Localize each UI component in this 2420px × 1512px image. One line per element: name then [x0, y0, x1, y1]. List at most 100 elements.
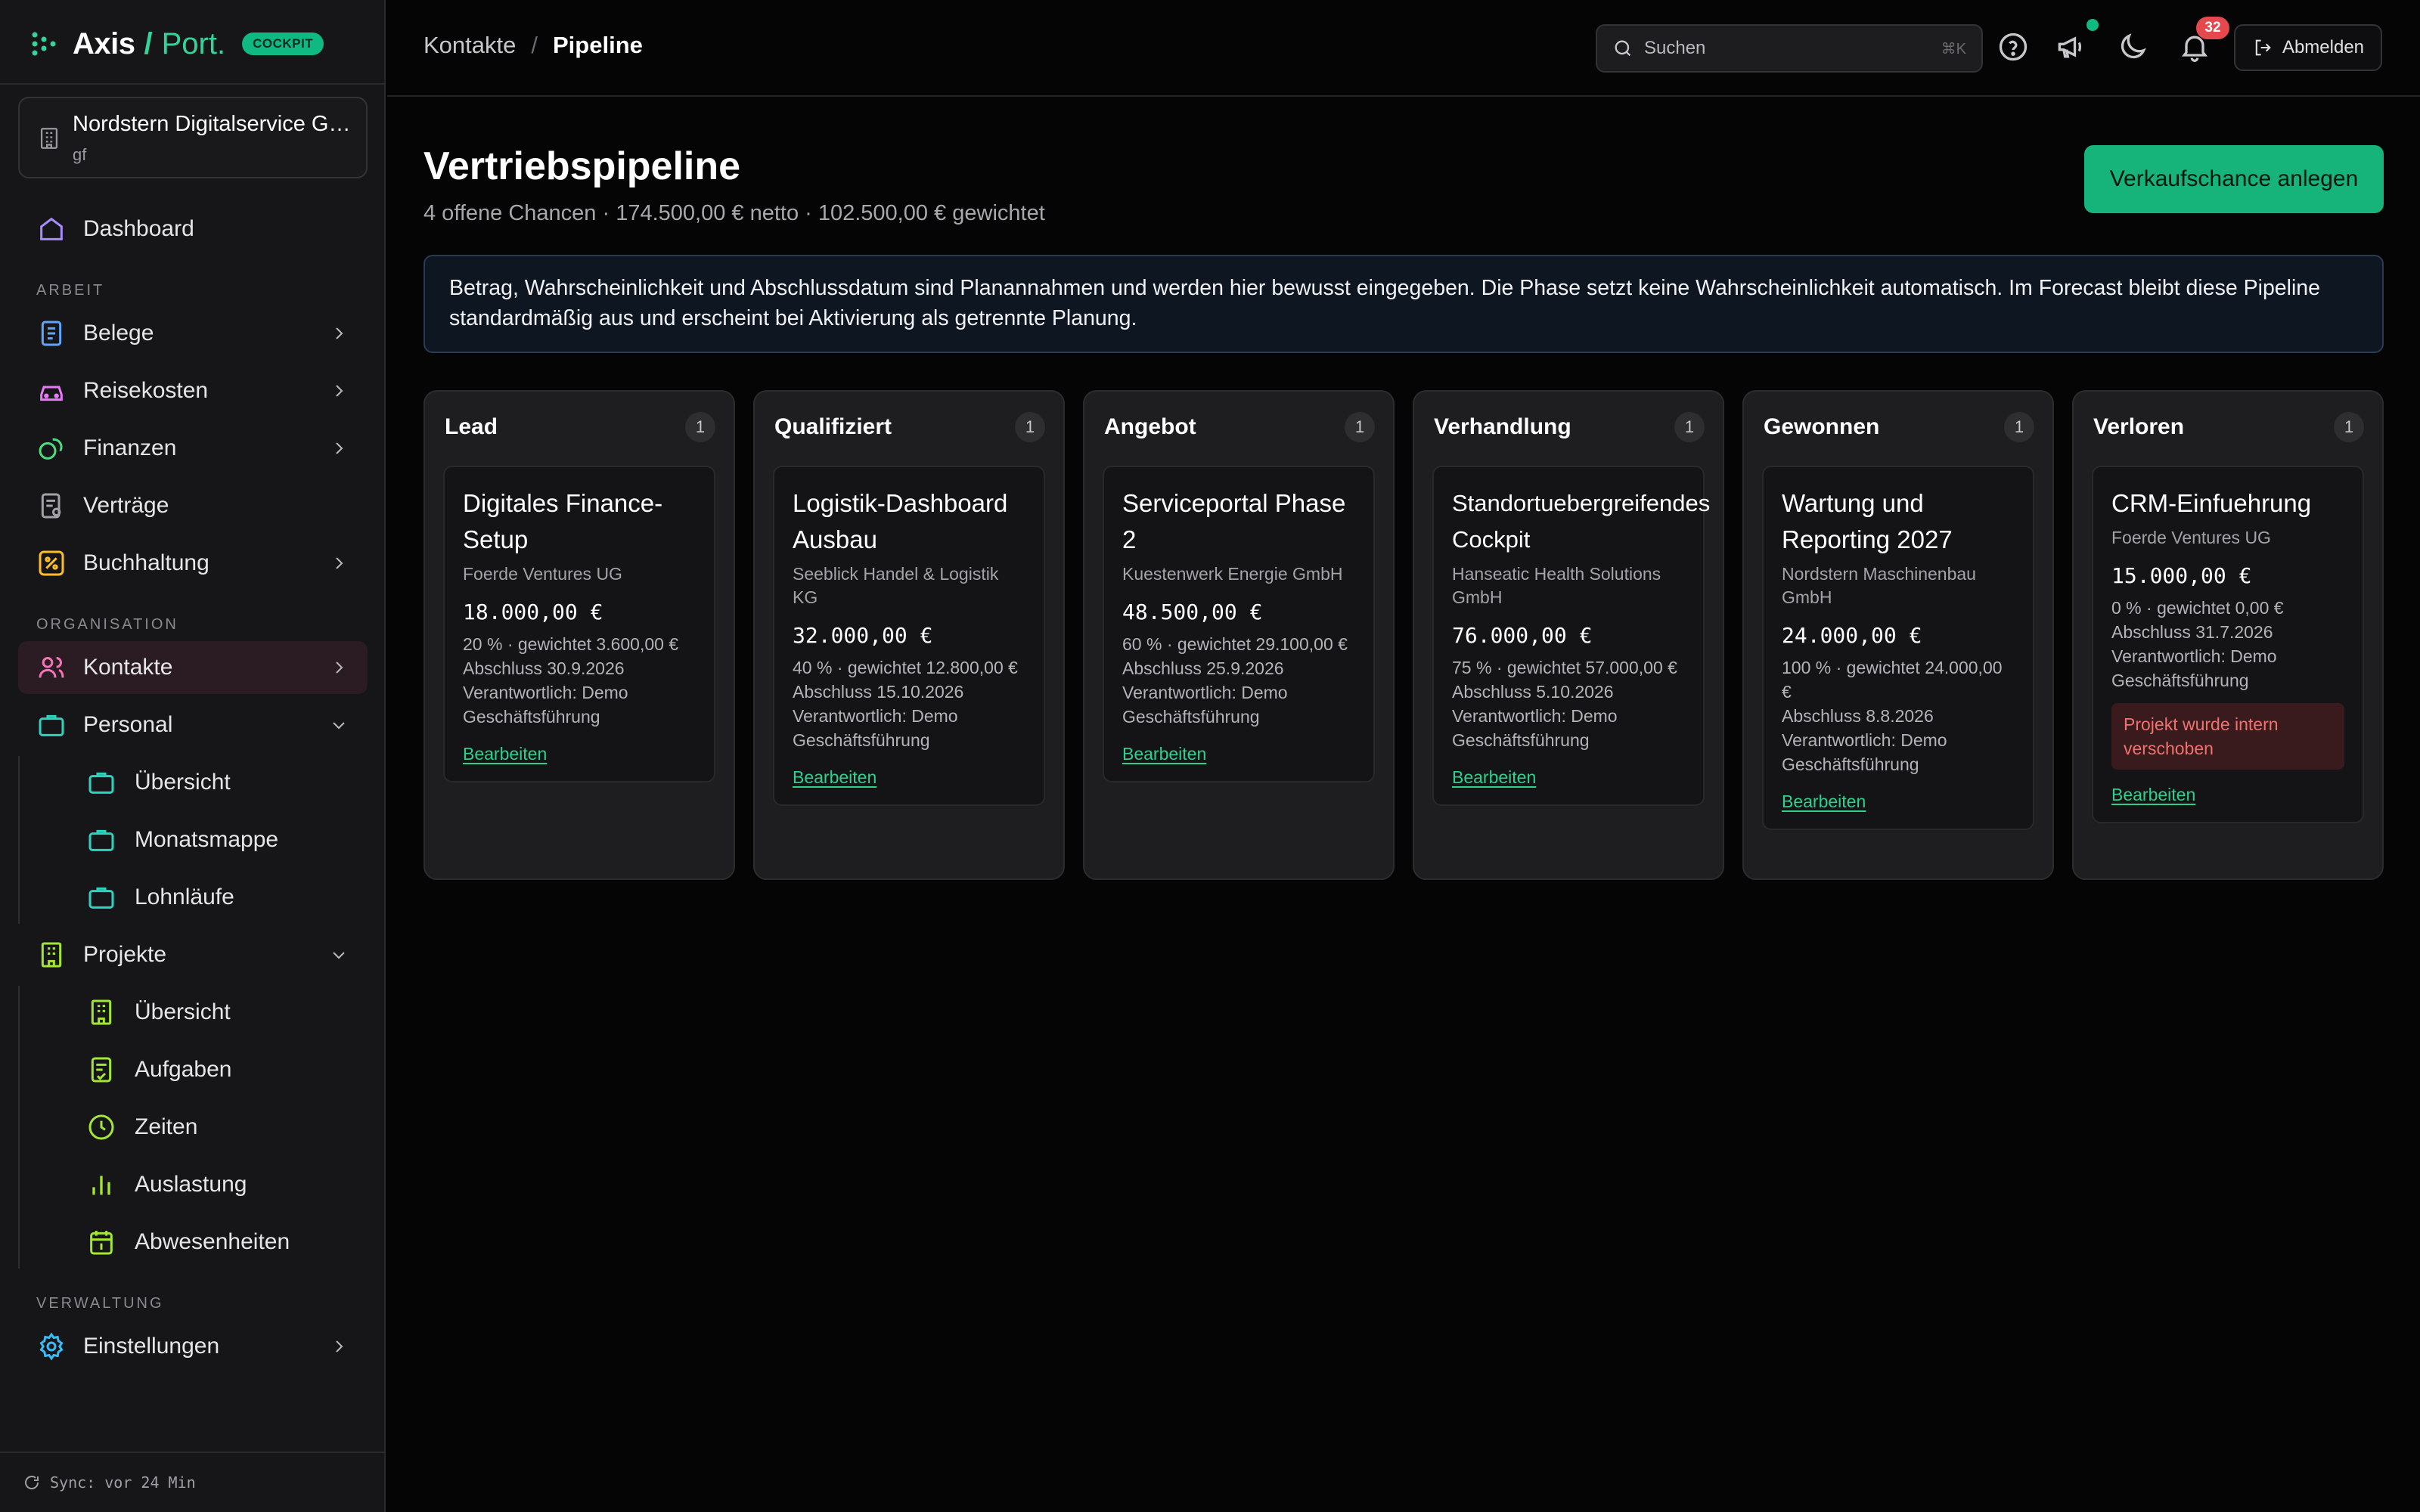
nav-dashboard[interactable]: Dashboard — [18, 203, 368, 256]
card-close-date: Abschluss 25.9.2026 — [1122, 658, 1284, 678]
projekte-submenu: Übersicht Aufgaben Zeiten Auslastung Abw… — [18, 986, 368, 1269]
sidebar: Axis / Port. COCKPIT Nordstern Digitalse… — [0, 0, 386, 1512]
card-amount: 24.000,00 € — [1782, 623, 1922, 648]
clock-icon — [88, 1114, 114, 1140]
contract-icon — [41, 493, 61, 519]
opportunity-card[interactable]: Logistik-Dashboard Ausbau Seeblick Hande… — [773, 466, 1045, 806]
card-close-date: Abschluss 30.9.2026 — [463, 658, 625, 678]
building-icon — [41, 942, 62, 968]
nav-reisekosten[interactable]: Reisekosten — [18, 364, 368, 417]
brand-suffix: Port. — [161, 26, 226, 60]
bar-chart-icon — [92, 1176, 110, 1195]
nav-personal-uebersicht[interactable]: Übersicht — [18, 756, 368, 809]
edit-link[interactable]: Bearbeiten — [1782, 792, 1866, 812]
sync-label: Sync: vor 24 Min — [50, 1473, 196, 1492]
nav-buchhaltung[interactable]: Buchhaltung — [18, 537, 368, 590]
megaphone-icon[interactable] — [2054, 30, 2087, 64]
edit-link[interactable]: Bearbeiten — [1122, 744, 1206, 764]
card-title: Wartung und Reporting 2027 — [1782, 489, 1953, 553]
logout-icon — [2255, 39, 2271, 56]
calendar-icon — [90, 1231, 113, 1255]
opportunity-card[interactable]: Standortuebergreifendes Cockpit Hanseati… — [1432, 466, 1710, 806]
search-icon — [1615, 40, 1631, 57]
nav-kontakte-label: Kontakte — [83, 655, 173, 680]
notification-badge: 32 — [2196, 17, 2229, 39]
edit-link[interactable]: Bearbeiten — [463, 744, 547, 764]
nav-projekte-aufgaben[interactable]: Aufgaben — [18, 1043, 368, 1096]
nav-personal[interactable]: Personal — [18, 699, 368, 751]
pipeline-column-verloren: Verloren 1 CRM-Einfuehrung Foerde Venture… — [2072, 390, 2384, 880]
card-company: Hanseatic Health Solutions GmbH — [1452, 564, 1661, 607]
card-close-date: Abschluss 5.10.2026 — [1452, 682, 1614, 702]
receipt-icon — [41, 321, 62, 346]
column-title: Angebot — [1104, 414, 1196, 439]
edit-link[interactable]: Bearbeiten — [2111, 785, 2195, 805]
sub-label: Abwesenheiten — [135, 1229, 290, 1254]
breadcrumb-kontakte[interactable]: Kontakte — [424, 32, 516, 59]
edit-link[interactable]: Bearbeiten — [793, 767, 876, 788]
nav-personal-lohnlaeufe[interactable]: Lohnläufe — [18, 871, 368, 924]
briefcase-icon — [88, 829, 114, 851]
card-amount: 18.000,00 € — [463, 600, 603, 624]
column-count: 1 — [2004, 412, 2034, 442]
nav-projekte[interactable]: Projekte — [18, 928, 368, 981]
brand-logo[interactable]: Axis / Port. COCKPIT — [29, 23, 324, 65]
nav-vertraege[interactable]: Verträge — [18, 479, 368, 532]
briefcase-icon — [88, 887, 114, 909]
column-title: Gewonnen — [1764, 414, 1880, 439]
opportunity-card[interactable]: Digitales Finance-Setup Foerde Ventures … — [443, 466, 715, 782]
card-close-date: Abschluss 8.8.2026 — [1782, 706, 1934, 726]
briefcase-icon — [39, 714, 64, 736]
nav-finanzen[interactable]: Finanzen — [18, 422, 368, 475]
info-banner: Betrag, Wahrscheinlichkeit und Abschluss… — [424, 255, 2384, 353]
nav-finanzen-label: Finanzen — [83, 435, 177, 460]
chevron-right-icon — [336, 327, 343, 339]
task-list-icon — [91, 1057, 112, 1083]
card-title: Logistik-Dashboard Ausbau — [793, 489, 1008, 553]
card-owner: Verantwortlich: Demo Geschäftsführung — [2111, 646, 2277, 690]
brand-name: Axis — [73, 26, 135, 60]
help-icon[interactable] — [1996, 30, 2030, 64]
sub-label: Lohnläufe — [135, 885, 234, 909]
nav-projekte-auslastung[interactable]: Auslastung — [18, 1158, 368, 1211]
coins-icon — [39, 438, 63, 460]
card-company: Kuestenwerk Energie GmbH — [1122, 564, 1343, 584]
pipeline-column-angebot: Angebot 1 Serviceportal Phase 2 Kuestenwe… — [1083, 390, 1395, 880]
card-probability: 60 % · gewichtet 29.100,00 € — [1122, 634, 1348, 654]
nav-einstellungen[interactable]: Einstellungen — [18, 1320, 368, 1373]
main-nav: Dashboard ARBEIT Belege Reisekosten Fina… — [18, 203, 368, 1377]
chevron-right-icon — [336, 385, 343, 397]
card-amount: 32.000,00 € — [793, 623, 933, 648]
edit-link[interactable]: Bearbeiten — [1452, 767, 1536, 788]
sub-label: Übersicht — [135, 770, 231, 795]
briefcase-icon — [88, 772, 114, 794]
sub-label: Zeiten — [135, 1114, 198, 1139]
nav-projekte-abwesenheiten[interactable]: Abwesenheiten — [18, 1216, 368, 1269]
logout-button[interactable]: Abmelden — [2234, 24, 2382, 71]
nav-kontakte[interactable]: Kontakte — [18, 641, 368, 694]
moon-icon[interactable] — [2116, 30, 2149, 64]
create-opportunity-button[interactable]: Verkaufschance anlegen — [2084, 145, 2384, 213]
sub-label: Übersicht — [135, 999, 231, 1024]
chevron-right-icon — [336, 442, 343, 454]
nav-belege-label: Belege — [83, 321, 154, 345]
card-loss-note: Projekt wurde intern verschoben — [2111, 703, 2344, 770]
sync-status[interactable]: Sync: vor 24 Min — [0, 1452, 386, 1512]
nav-personal-monatsmappe[interactable]: Monatsmappe — [18, 813, 368, 866]
tenant-switcher[interactable]: Nordstern Digitalservice GmbH gf — [18, 97, 368, 178]
logo-dots-icon — [32, 32, 56, 56]
card-title: Digitales Finance-Setup — [463, 489, 663, 553]
personal-submenu: Übersicht Monatsmappe Lohnläufe — [18, 756, 368, 924]
nav-belege[interactable]: Belege — [18, 307, 368, 360]
nav-projekte-zeiten[interactable]: Zeiten — [18, 1101, 368, 1154]
opportunity-card[interactable]: Wartung und Reporting 2027 Nordstern Mas… — [1762, 466, 2034, 830]
topbar: Kontakte / Pipeline Suchen ⌘K 32 Abmelde… — [387, 0, 2420, 97]
opportunity-card[interactable]: CRM-Einfuehrung Foerde Ventures UG 15.00… — [2092, 466, 2364, 823]
nav-projekte-uebersicht[interactable]: Übersicht — [18, 986, 368, 1039]
search-placeholder: Suchen — [1644, 38, 1706, 58]
opportunity-card[interactable]: Serviceportal Phase 2 Kuestenwerk Energi… — [1103, 466, 1375, 782]
card-amount: 76.000,00 € — [1452, 623, 1593, 648]
search-input[interactable]: Suchen ⌘K — [1596, 24, 1983, 73]
tenant-name: Nordstern Digitalservice GmbH — [73, 112, 354, 136]
card-probability: 75 % · gewichtet 57.000,00 € — [1452, 658, 1677, 677]
